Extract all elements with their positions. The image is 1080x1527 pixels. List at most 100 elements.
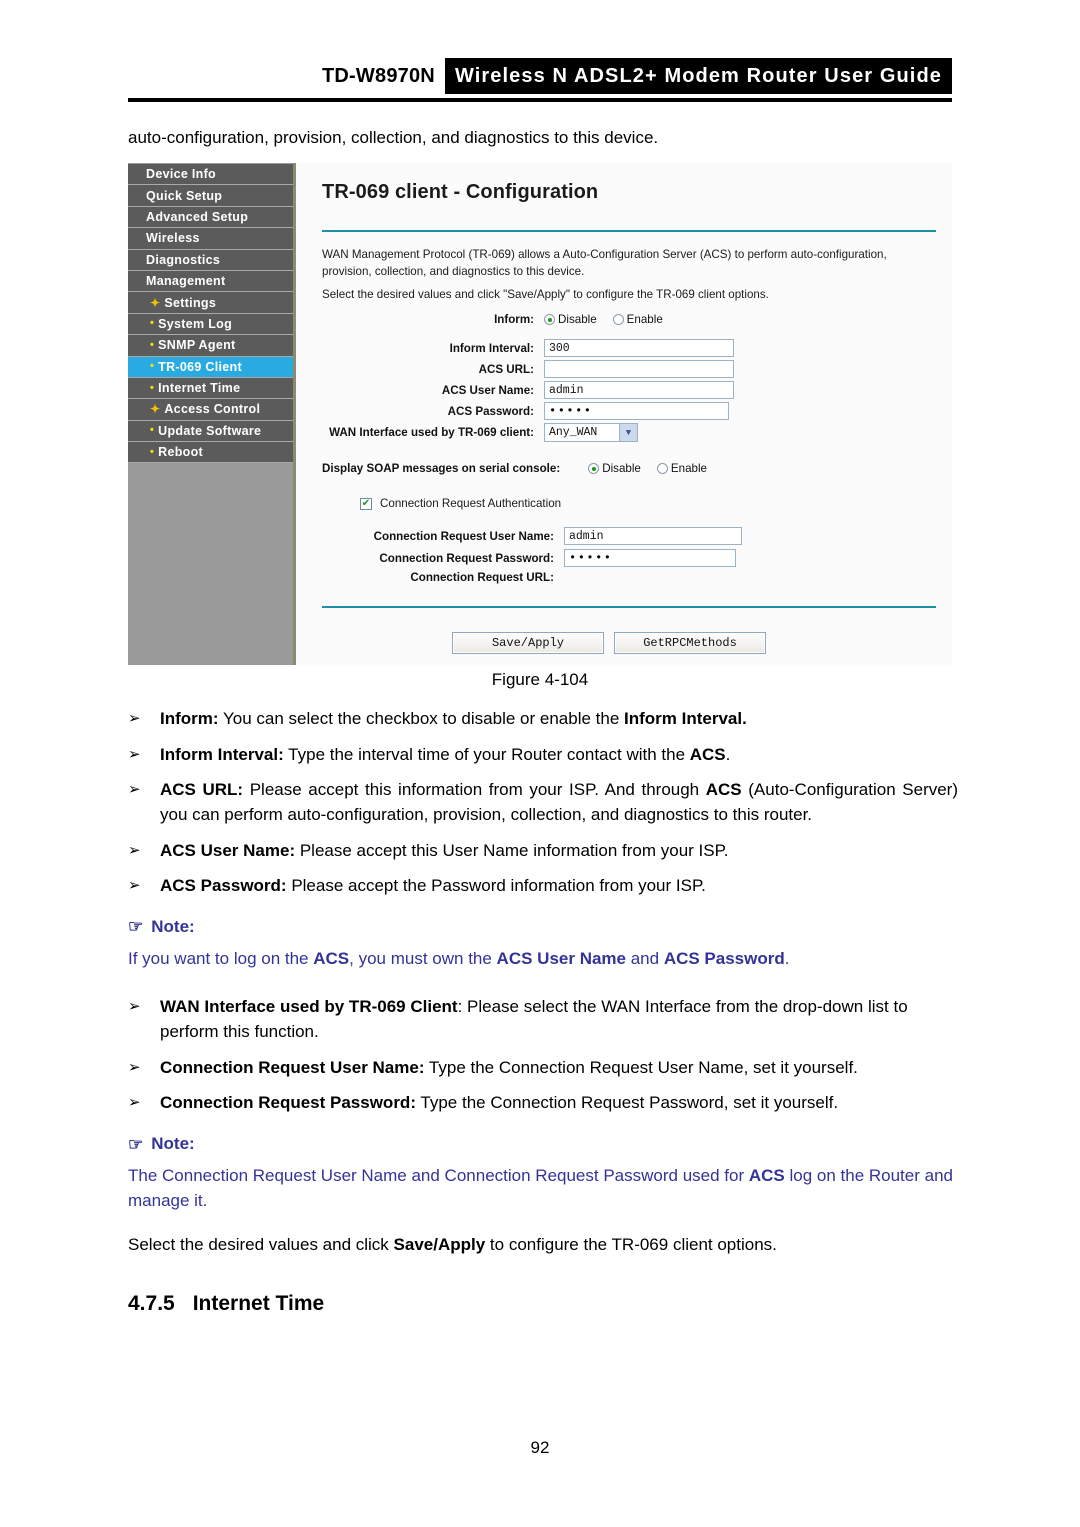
list-item-text: Inform: You can select the checkbox to d…	[160, 707, 958, 732]
acs-username-input[interactable]: admin	[544, 381, 734, 400]
section-heading: 4.7.5 Internet Time	[128, 1292, 958, 1316]
sidebar-item-reboot[interactable]: • Reboot	[128, 442, 293, 464]
closing-bold: Save/Apply	[393, 1235, 486, 1255]
intro-paragraph: auto-configuration, provision, collectio…	[128, 128, 659, 147]
connection-request-auth-row[interactable]: ✔ Connection Request Authentication	[322, 497, 936, 510]
radio-icon[interactable]	[656, 463, 668, 475]
tr069-form: Inform: Disable Enable Inform Interval:	[322, 313, 936, 443]
panel-footer-divider	[322, 606, 936, 609]
connection-request-auth-label: Connection Request Authentication	[380, 497, 562, 511]
sidebar-item-advanced-setup[interactable]: Advanced Setup	[128, 206, 293, 229]
sidebar-item-settings[interactable]: ✦ Settings	[128, 292, 293, 314]
list-item-text: ACS User Name: Please accept this User N…	[160, 839, 958, 864]
note-body-2: The Connection Request User Name and Con…	[128, 1164, 958, 1213]
list-item-text: Inform Interval: Type the interval time …	[160, 743, 958, 768]
note-text: and	[626, 948, 664, 968]
list-item-term: Inform:	[160, 709, 219, 728]
wan-interface-label: WAN Interface used by TR-069 client:	[329, 426, 534, 440]
inform-interval-label: Inform Interval:	[449, 341, 534, 355]
connection-request-password-input[interactable]: •••••	[564, 549, 736, 568]
note-heading-label: Note:	[151, 916, 195, 936]
sidebar-item-system-log[interactable]: • System Log	[128, 313, 293, 336]
sidebar-item-diagnostics[interactable]: Diagnostics	[128, 249, 293, 271]
connection-request-username-label: Connection Request User Name:	[373, 529, 554, 543]
sidebar-item-device-info[interactable]: Device Info	[128, 164, 293, 186]
connection-request-password-label: Connection Request Password:	[379, 551, 554, 565]
router-content-panel: TR-069 client - Configuration WAN Manage…	[296, 163, 952, 665]
radio-icon[interactable]	[612, 314, 624, 326]
pointing-hand-icon: ☞	[128, 917, 144, 937]
connection-request-username-row: Connection Request User Name: admin	[322, 527, 936, 546]
list-item-rest: Type the Connection Request User Name, s…	[424, 1057, 858, 1077]
list-item: ➢ Inform: You can select the checkbox to…	[128, 707, 958, 732]
list-item: ➢ Inform Interval: Type the interval tim…	[128, 743, 958, 768]
list-item-term-b: ACS	[705, 780, 742, 800]
connection-request-username-value: admin	[569, 529, 604, 543]
list-item-term-b: Inform Interval.	[624, 709, 747, 728]
soap-label: Display SOAP messages on serial console:	[322, 462, 561, 476]
sidebar-item-management[interactable]: Management	[128, 270, 293, 293]
router-ui-screenshot: Device Info Quick Setup Advanced Setup W…	[128, 163, 952, 665]
inform-option-label: Enable	[626, 313, 663, 327]
radio-icon-selected[interactable]	[588, 463, 600, 475]
sidebar-item-wireless[interactable]: Wireless	[128, 228, 293, 250]
list-item-rest-b: .	[725, 744, 731, 764]
inform-interval-input[interactable]: 300	[544, 339, 734, 358]
inform-radio-enable[interactable]: Enable	[612, 313, 663, 327]
acs-password-input[interactable]: •••••	[544, 402, 729, 421]
save-apply-button[interactable]: Save/Apply	[452, 632, 604, 655]
dot-bullet-icon: •	[150, 317, 155, 330]
soap-radio-enable[interactable]: Enable	[656, 462, 707, 475]
inform-label: Inform:	[494, 313, 534, 327]
note-bold: ACS Password	[663, 948, 785, 968]
panel-description: WAN Management Protocol (TR-069) allows …	[322, 248, 887, 279]
connection-request-password-value: •••••	[569, 551, 613, 566]
radio-icon-selected[interactable]	[544, 314, 555, 326]
router-sidebar: Device Info Quick Setup Advanced Setup W…	[128, 163, 296, 665]
sidebar-item-access-control[interactable]: ✦ Access Control	[128, 399, 293, 421]
list-item: ➢ ACS User Name: Please accept this User…	[128, 839, 958, 864]
note-heading-2: ☞ Note:	[128, 1134, 958, 1154]
wan-interface-select[interactable]: Any_WAN ▼	[544, 423, 638, 443]
soap-row: Display SOAP messages on serial console:…	[322, 462, 936, 475]
arrow-bullet-icon: ➢	[128, 710, 141, 727]
plus-bullet-icon: ✦	[150, 295, 161, 310]
list-item: ➢ ACS URL: Please accept this informatio…	[128, 778, 958, 827]
note-text: .	[784, 948, 790, 968]
pointing-hand-icon: ☞	[128, 1134, 144, 1154]
soap-option-label: Disable	[602, 462, 641, 476]
acs-url-input[interactable]	[544, 360, 734, 379]
page-header: TD-W8970N Wireless N ADSL2+ Modem Router…	[128, 58, 952, 102]
list-item-term: Connection Request User Name:	[160, 1057, 425, 1077]
connection-request-username-input[interactable]: admin	[564, 527, 742, 546]
sidebar-item-internet-time[interactable]: • Internet Time	[128, 377, 293, 400]
closing-text: to configure the TR-069 client options.	[485, 1235, 777, 1255]
inform-radio-disable[interactable]: Disable	[544, 313, 597, 326]
list-item-term: Inform Interval:	[160, 744, 284, 764]
list-item-term-b: ACS	[689, 744, 726, 764]
chevron-down-icon[interactable]: ▼	[619, 424, 637, 442]
list-item-term: ACS URL:	[160, 780, 244, 800]
get-rpc-methods-button[interactable]: GetRPCMethods	[614, 632, 766, 655]
sidebar-item-snmp-agent[interactable]: • SNMP Agent	[128, 335, 293, 357]
sidebar-item-label: Management	[146, 274, 226, 289]
list-item-text: Connection Request Password: Type the Co…	[160, 1091, 958, 1116]
wan-interface-value: Any_WAN	[549, 426, 598, 440]
acs-url-row: ACS URL:	[322, 360, 936, 379]
panel-title-divider	[322, 230, 936, 232]
sidebar-item-tr069-client[interactable]: • TR-069 Client	[128, 356, 293, 378]
checkbox-icon-checked[interactable]: ✔	[360, 497, 372, 510]
panel-buttons: Save/Apply GetRPCMethods	[322, 632, 936, 655]
sidebar-item-quick-setup[interactable]: Quick Setup	[128, 185, 293, 207]
sidebar-item-update-software[interactable]: • Update Software	[128, 420, 293, 443]
soap-radio-disable[interactable]: Disable	[588, 462, 641, 475]
list-item-rest: Type the interval time of your Router co…	[283, 744, 690, 764]
note-text: If you want to log on the	[128, 948, 314, 968]
sidebar-item-label: Reboot	[158, 445, 204, 460]
list-item-term: ACS User Name:	[160, 840, 296, 860]
arrow-bullet-icon: ➢	[128, 745, 141, 763]
body-text: ➢ Inform: You can select the checkbox to…	[128, 707, 958, 1316]
acs-username-row: ACS User Name: admin	[322, 381, 936, 400]
